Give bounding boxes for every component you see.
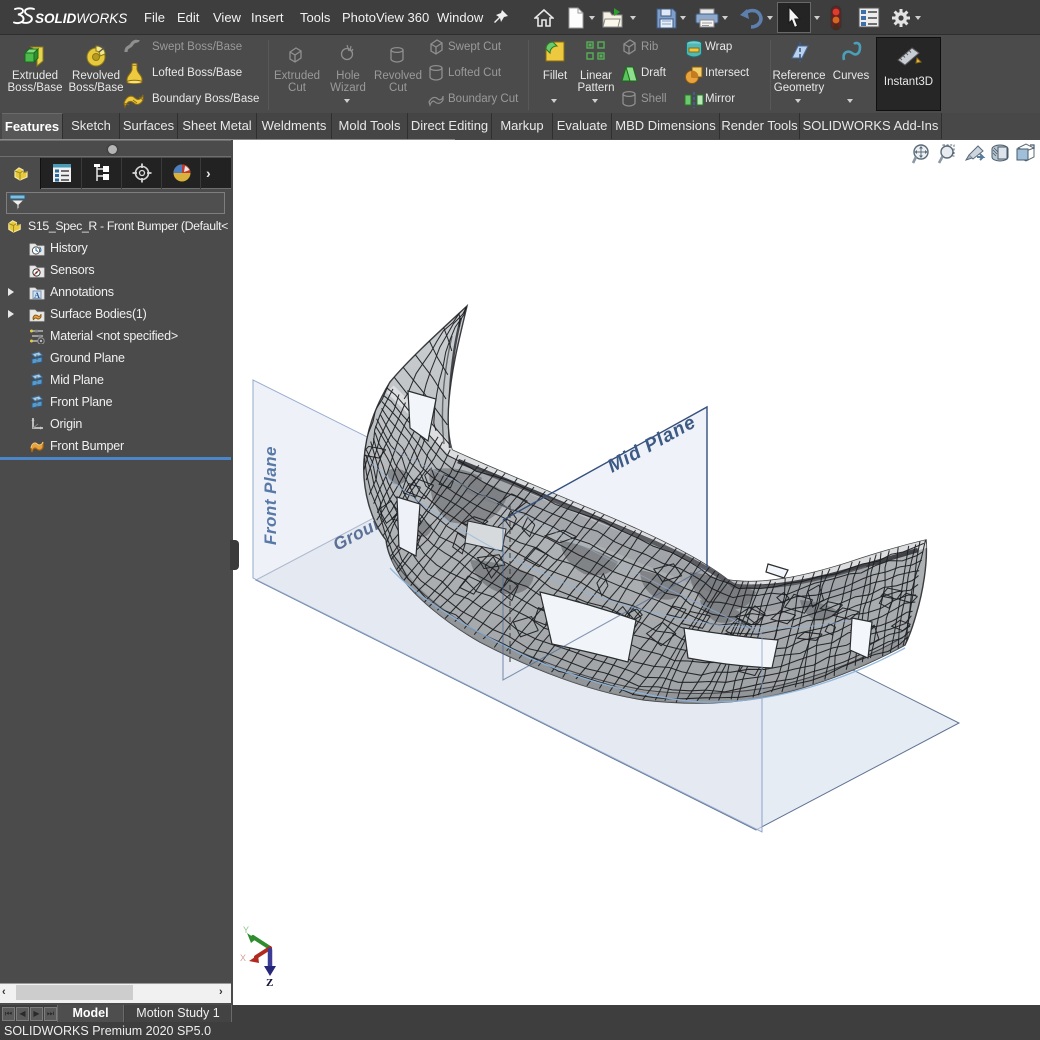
- svg-text:Y: Y: [243, 925, 249, 935]
- svg-text:Front Plane: Front Plane: [261, 446, 280, 545]
- svg-text:X: X: [240, 953, 246, 963]
- svg-text:A: A: [34, 291, 40, 300]
- svg-text:Z: Z: [266, 977, 273, 989]
- svg-text:SOLIDWORKS: SOLIDWORKS: [35, 11, 127, 26]
